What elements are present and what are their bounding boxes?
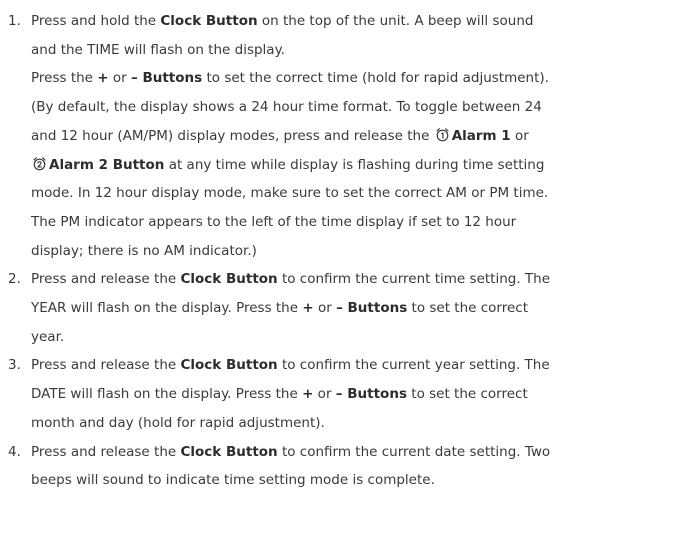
text-run: or bbox=[510, 127, 529, 144]
list-item: 3. Press and release the Clock Button to … bbox=[8, 351, 675, 437]
text-run: display; there is no AM indicator.) bbox=[31, 242, 257, 259]
text-run: Press and hold the bbox=[31, 13, 161, 29]
text-run: or bbox=[313, 300, 337, 317]
bold-term: + bbox=[97, 70, 109, 87]
text-run: The PM indicator appears to the left of … bbox=[31, 213, 517, 230]
text-run: beeps will sound to indicate time settin… bbox=[31, 472, 435, 489]
item-text: Press and release the Clock Button to co… bbox=[31, 438, 671, 495]
alarm-2-icon bbox=[33, 156, 46, 170]
alarm-1-icon bbox=[436, 127, 449, 142]
text-run: at any time while display is flashing du… bbox=[164, 156, 545, 173]
item-number: 1. bbox=[8, 13, 21, 29]
text-run: DATE will flash on the display. Press th… bbox=[31, 386, 303, 403]
text-run: to confirm the current year setting. The bbox=[277, 357, 550, 374]
text-run: YEAR will flash on the display. Press th… bbox=[31, 300, 303, 317]
text-run: or bbox=[313, 386, 336, 403]
text-line: YEAR will flash on the display. Press th… bbox=[31, 294, 671, 323]
text-run: or bbox=[108, 70, 131, 87]
list-item: 1. Press and hold the Clock Button on the… bbox=[8, 7, 675, 265]
text-run: (By default, the display shows a 24 hour… bbox=[31, 99, 542, 116]
bold-term: – Buttons bbox=[131, 70, 203, 87]
instructions-page: 1. Press and hold the Clock Button on the… bbox=[0, 0, 675, 537]
text-run: and 12 hour (AM/PM) display modes, press… bbox=[31, 127, 434, 144]
item-text: Press and release the Clock Button to co… bbox=[31, 265, 671, 351]
bold-term: – Buttons bbox=[335, 386, 407, 403]
text-line: DATE will flash on the display. Press th… bbox=[31, 380, 671, 409]
text-run: year. bbox=[31, 328, 65, 345]
text-line: and 12 hour (AM/PM) display modes, press… bbox=[31, 122, 671, 151]
bold-term: Clock Button bbox=[180, 357, 278, 374]
text-line: Press and release the Clock Button to co… bbox=[31, 265, 671, 294]
text-line: display; there is no AM indicator.) bbox=[31, 237, 671, 266]
text-line: Press and hold the Clock Button on the t… bbox=[31, 7, 671, 36]
text-line: mode. In 12 hour display mode, make sure… bbox=[31, 179, 671, 208]
text-run: to set the correct bbox=[406, 386, 528, 403]
instruction-list: 1. Press and hold the Clock Button on the… bbox=[8, 7, 675, 495]
text-line: Press and release the Clock Button to co… bbox=[31, 351, 671, 380]
text-run: to set the correct time (hold for rapid … bbox=[202, 70, 549, 87]
bold-term: Clock Button bbox=[160, 13, 258, 29]
bold-term: Clock Button bbox=[180, 271, 278, 288]
text-run: Press the bbox=[31, 70, 98, 87]
text-run: to set the correct bbox=[407, 300, 529, 317]
bold-term: Alarm 2 Button bbox=[49, 156, 165, 173]
bold-term: + bbox=[302, 300, 314, 317]
item-number: 2. bbox=[8, 271, 21, 288]
text-line: (By default, the display shows a 24 hour… bbox=[31, 93, 671, 122]
text-run: Press and release the bbox=[31, 443, 181, 460]
bold-term: – Buttons bbox=[336, 300, 408, 317]
bold-term: Clock Button bbox=[180, 443, 278, 460]
text-line: The PM indicator appears to the left of … bbox=[31, 208, 671, 237]
list-item: 2. Press and release the Clock Button to … bbox=[8, 265, 675, 351]
text-run: mode. In 12 hour display mode, make sure… bbox=[31, 185, 549, 202]
text-run: and the TIME will flash on the display. bbox=[31, 41, 285, 58]
text-line: month and day (hold for rapid adjustment… bbox=[31, 409, 671, 438]
text-line: Alarm 2 Button at any time while display… bbox=[31, 151, 671, 180]
item-text: Press and release the Clock Button to co… bbox=[31, 351, 671, 437]
text-run: month and day (hold for rapid adjustment… bbox=[31, 414, 325, 431]
item-number: 4. bbox=[8, 443, 21, 460]
text-run: Press and release the bbox=[31, 271, 181, 288]
item-text: Press and hold the Clock Button on the t… bbox=[31, 7, 671, 265]
text-run: to confirm the current date setting. Two bbox=[277, 443, 551, 460]
text-run: on the top of the unit. A beep will soun… bbox=[257, 13, 534, 29]
item-number: 3. bbox=[8, 357, 21, 374]
bold-term: Alarm 1 bbox=[451, 127, 511, 144]
text-run: to confirm the current time setting. The bbox=[277, 271, 551, 288]
list-item: 4. Press and release the Clock Button to … bbox=[8, 438, 675, 495]
text-line: Press and release the Clock Button to co… bbox=[31, 438, 671, 467]
text-run: Press and release the bbox=[31, 357, 181, 374]
text-line: and the TIME will flash on the display. bbox=[31, 36, 671, 65]
bold-term: + bbox=[302, 386, 314, 403]
text-line: beeps will sound to indicate time settin… bbox=[31, 466, 671, 495]
text-line: Press the + or – Buttons to set the corr… bbox=[31, 64, 671, 93]
text-line: year. bbox=[31, 323, 671, 352]
